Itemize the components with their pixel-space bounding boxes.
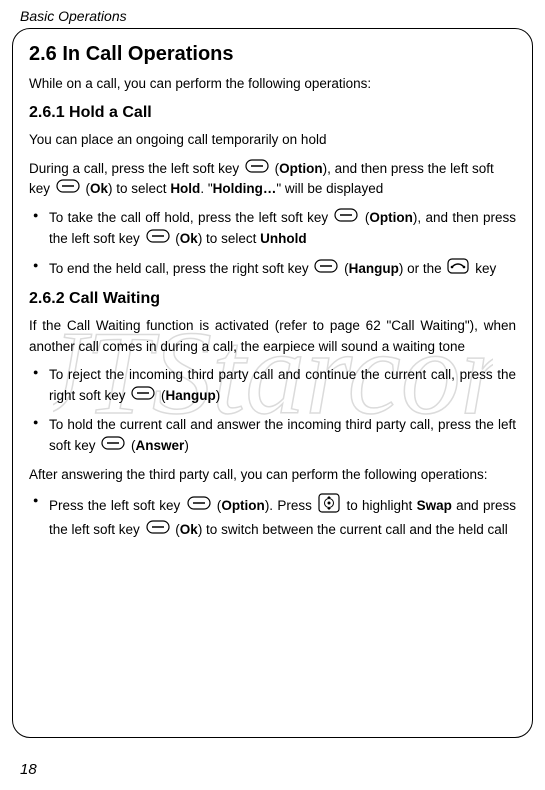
- softkey-icon: [131, 386, 155, 407]
- list-item: Press the left soft key (Option). Press …: [29, 493, 516, 541]
- subsection-hold-title: 2.6.1 Hold a Call: [29, 104, 516, 122]
- softkey-icon: [56, 179, 80, 199]
- softkey-icon: [101, 436, 125, 457]
- list-item: To hold the current call and answer the …: [29, 415, 516, 457]
- page-number: 18: [20, 761, 37, 778]
- page-content-border: UTStarcom 2.6 In Call Operations While o…: [12, 28, 533, 738]
- page-header: Basic Operations: [0, 0, 545, 28]
- list-item: To reject the incoming third party call …: [29, 365, 516, 407]
- list-item: To end the held call, press the right so…: [29, 258, 516, 281]
- hold-list: To take the call off hold, press the lef…: [29, 208, 516, 281]
- after-answer-text: After answering the third party call, yo…: [29, 465, 516, 485]
- softkey-icon: [334, 208, 358, 229]
- softkey-icon: [314, 259, 338, 280]
- softkey-icon: [245, 159, 269, 179]
- intro-text: While on a call, you can perform the fol…: [29, 74, 516, 94]
- hold-desc: You can place an ongoing call temporaril…: [29, 130, 516, 150]
- nav-key-icon: [318, 493, 340, 520]
- subsection-waiting-title: 2.6.2 Call Waiting: [29, 290, 516, 308]
- content-area: 2.6 In Call Operations While on a call, …: [29, 43, 516, 541]
- softkey-icon: [187, 496, 211, 517]
- softkey-icon: [146, 229, 170, 250]
- section-title: 2.6 In Call Operations: [29, 43, 516, 66]
- list-item: To take the call off hold, press the lef…: [29, 208, 516, 250]
- hold-instruction: During a call, press the left soft key (…: [29, 159, 516, 200]
- waiting-desc: If the Call Waiting function is activate…: [29, 316, 516, 357]
- softkey-icon: [146, 520, 170, 541]
- waiting-list-2: Press the left soft key (Option). Press …: [29, 493, 516, 541]
- end-call-icon: [447, 258, 469, 281]
- waiting-list-1: To reject the incoming third party call …: [29, 365, 516, 457]
